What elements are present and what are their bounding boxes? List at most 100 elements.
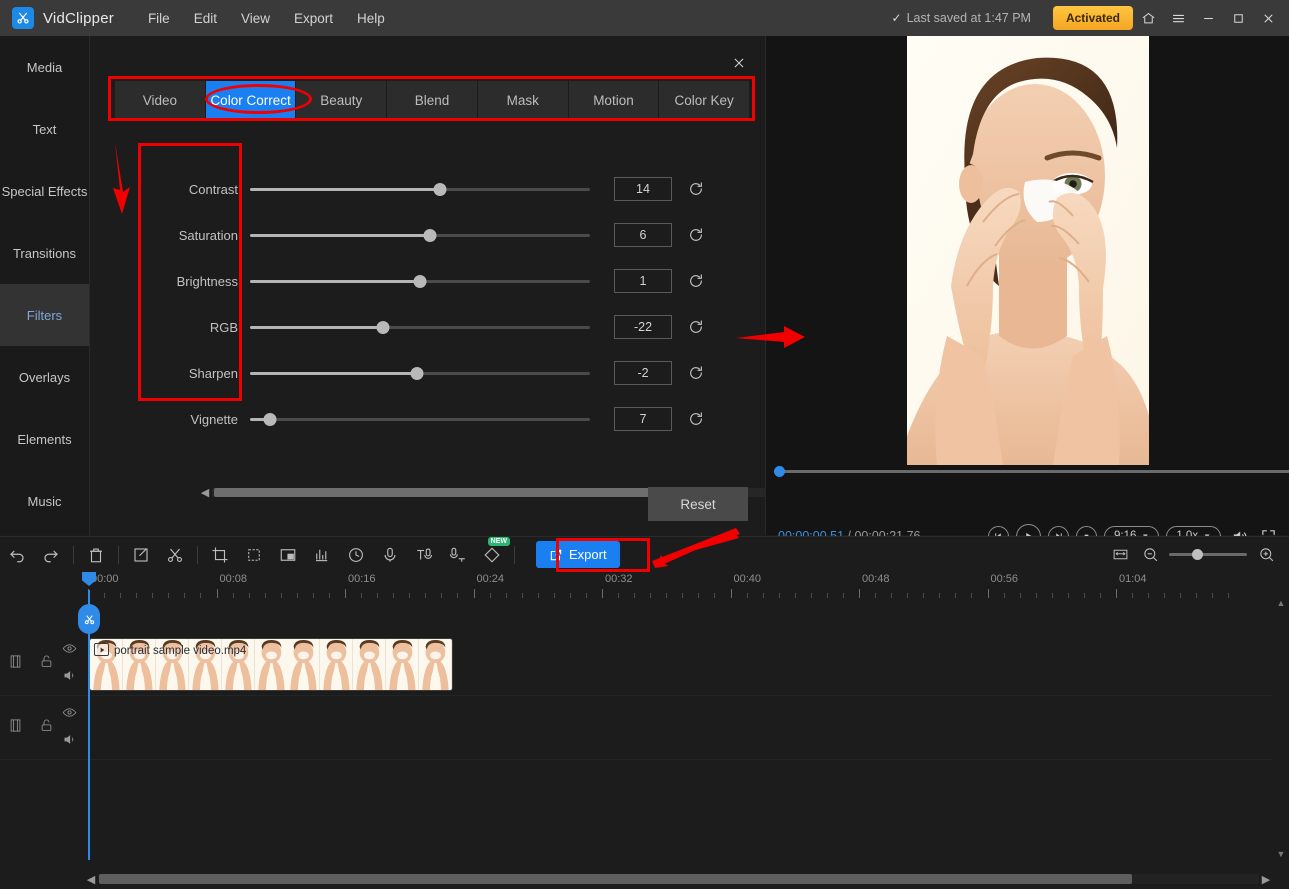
sidebar-item-transitions[interactable]: Transitions [0, 222, 89, 284]
tab-motion[interactable]: Motion [568, 81, 660, 119]
slider-value-brightness[interactable]: 1 [614, 269, 672, 293]
tab-color-correct[interactable]: Color Correct [205, 81, 297, 119]
reset-button[interactable]: Reset [648, 487, 748, 521]
fit-timeline-icon[interactable] [1109, 544, 1131, 566]
reset-icon[interactable] [686, 225, 706, 245]
tab-video[interactable]: Video [115, 81, 206, 119]
progress-track[interactable] [774, 469, 1289, 473]
hamburger-menu-icon[interactable] [1163, 0, 1193, 36]
delete-icon[interactable] [79, 540, 113, 570]
slider-value-rgb[interactable]: -22 [614, 315, 672, 339]
slider-value-sharpen[interactable]: -2 [614, 361, 672, 385]
film-strip-icon[interactable] [8, 654, 23, 669]
sidebar-item-media[interactable]: Media [0, 36, 89, 98]
reset-icon[interactable] [686, 363, 706, 383]
slider-value-contrast[interactable]: 14 [614, 177, 672, 201]
slider-knob[interactable] [410, 366, 424, 380]
tab-mask[interactable]: Mask [477, 81, 569, 119]
slider-saturation[interactable] [250, 225, 590, 245]
home-icon[interactable] [1133, 0, 1163, 36]
slider-contrast[interactable] [250, 179, 590, 199]
sidebar-item-text[interactable]: Text [0, 98, 89, 160]
film-strip-icon[interactable] [8, 718, 23, 733]
scroll-left-icon[interactable]: ◀ [198, 486, 212, 499]
zoom-out-icon[interactable] [1139, 544, 1161, 566]
sidebar-item-special-effects[interactable]: Special Effects [0, 160, 89, 222]
timeline-clip[interactable]: portrait sample video.mp4 [89, 638, 453, 691]
tab-color-key[interactable]: Color Key [659, 81, 750, 119]
reset-icon[interactable] [686, 271, 706, 291]
scroll-right-icon[interactable]: ▶ [1259, 873, 1273, 886]
duplicate-icon[interactable] [237, 540, 271, 570]
duration-clock-icon[interactable] [339, 540, 373, 570]
activated-badge[interactable]: Activated [1052, 6, 1133, 30]
progress-knob[interactable] [774, 465, 785, 477]
eye-icon[interactable] [62, 641, 77, 656]
slider-vignette[interactable] [250, 409, 590, 429]
slider-knob[interactable] [263, 412, 277, 426]
slider-brightness[interactable] [250, 271, 590, 291]
speaker-icon[interactable] [62, 732, 77, 747]
maximize-icon[interactable] [1223, 0, 1253, 36]
redo-icon[interactable] [34, 540, 68, 570]
menu-help[interactable]: Help [345, 7, 397, 30]
minimize-icon[interactable] [1193, 0, 1223, 36]
speech-to-text-icon[interactable] [441, 540, 475, 570]
menu-file[interactable]: File [136, 7, 182, 30]
playhead[interactable] [78, 572, 100, 860]
track-body[interactable] [80, 696, 1273, 760]
zoom-in-icon[interactable] [1255, 544, 1277, 566]
microphone-icon[interactable] [373, 540, 407, 570]
slider-knob[interactable] [423, 228, 437, 242]
timeline-horizontal-scrollbar[interactable]: ◀ ▶ [84, 873, 1273, 886]
export-button[interactable]: Export [536, 541, 620, 568]
track-body[interactable]: portrait sample video.mp4 [80, 632, 1273, 696]
timeline-ruler[interactable]: 00:00 00:08 00:16 00:24 00:32 00:40 00:48 00:56… [80, 572, 1273, 598]
sidebar-item-elements[interactable]: Elements [0, 408, 89, 470]
preview-progress-bar[interactable] [766, 464, 1289, 478]
slider-knob[interactable] [376, 320, 390, 334]
scroll-down-icon[interactable]: ▼ [1277, 849, 1286, 859]
crop-icon[interactable] [203, 540, 237, 570]
slider-value-saturation[interactable]: 6 [614, 223, 672, 247]
scroll-thumb[interactable] [214, 487, 683, 497]
unlock-icon[interactable] [39, 654, 54, 669]
slider-knob[interactable] [413, 274, 427, 288]
menu-export[interactable]: Export [282, 7, 345, 30]
slider-knob[interactable] [433, 182, 447, 196]
sidebar-item-music[interactable]: Music [0, 470, 89, 532]
close-icon[interactable] [729, 53, 749, 73]
ai-diamond-icon[interactable]: NEW [475, 536, 510, 570]
video-frame[interactable] [907, 36, 1149, 465]
undo-icon[interactable] [0, 540, 34, 570]
text-to-speech-icon[interactable] [407, 540, 441, 570]
edit-icon[interactable] [124, 540, 158, 570]
reset-icon[interactable] [686, 179, 706, 199]
tab-blend[interactable]: Blend [387, 81, 478, 119]
slider-rgb[interactable] [250, 317, 590, 337]
cut-icon[interactable] [158, 540, 192, 570]
scroll-track[interactable] [98, 874, 1259, 884]
picture-in-picture-icon[interactable] [271, 540, 305, 570]
close-icon[interactable] [1253, 0, 1283, 36]
reset-icon[interactable] [686, 317, 706, 337]
reset-icon[interactable] [686, 409, 706, 429]
scroll-thumb[interactable] [99, 874, 1133, 884]
menu-view[interactable]: View [229, 7, 282, 30]
tab-beauty[interactable]: Beauty [296, 81, 388, 119]
eye-icon[interactable] [62, 705, 77, 720]
unlock-icon[interactable] [39, 718, 54, 733]
scroll-left-icon[interactable]: ◀ [84, 873, 98, 886]
timeline-vertical-scrollbar[interactable]: ▲ ▼ [1275, 598, 1287, 859]
sidebar-item-overlays[interactable]: Overlays [0, 346, 89, 408]
playhead-split-handle[interactable] [78, 604, 100, 634]
slider-value-vignette[interactable]: 7 [614, 407, 672, 431]
zoom-slider[interactable] [1169, 549, 1247, 560]
sidebar-item-filters[interactable]: Filters [0, 284, 89, 346]
zoom-slider-knob[interactable] [1192, 549, 1204, 560]
scroll-up-icon[interactable]: ▲ [1277, 598, 1286, 608]
speaker-icon[interactable] [62, 668, 77, 683]
audio-wave-icon[interactable] [305, 540, 339, 570]
menu-edit[interactable]: Edit [182, 7, 229, 30]
slider-sharpen[interactable] [250, 363, 590, 383]
